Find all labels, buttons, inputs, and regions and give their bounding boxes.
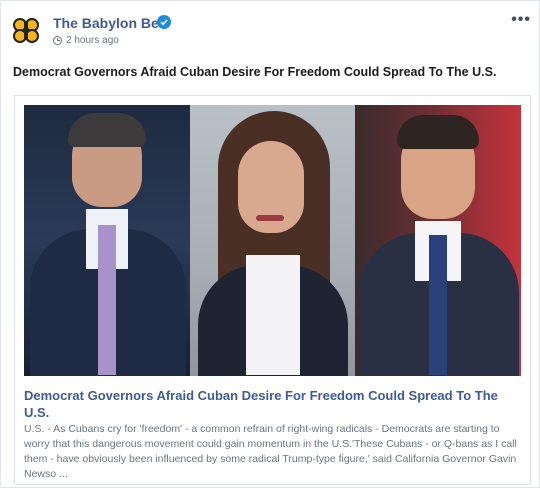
post-meta: 2 hours ago bbox=[53, 35, 119, 46]
image-panel-right bbox=[355, 105, 521, 376]
page-avatar[interactable] bbox=[11, 15, 41, 45]
clock-icon bbox=[53, 36, 62, 45]
post-timestamp[interactable]: 2 hours ago bbox=[66, 35, 119, 46]
verified-badge-icon bbox=[157, 15, 171, 29]
link-preview-image[interactable] bbox=[24, 105, 521, 376]
page-name[interactable]: The Babylon Bee bbox=[53, 15, 167, 31]
image-panel-left bbox=[24, 105, 190, 376]
link-title[interactable]: Democrat Governors Afraid Cuban Desire F… bbox=[24, 387, 521, 421]
link-preview-card[interactable]: Democrat Governors Afraid Cuban Desire F… bbox=[14, 95, 531, 485]
post-header: The Babylon Bee 2 hours ago ••• bbox=[11, 11, 531, 47]
post-text: Democrat Governors Afraid Cuban Desire F… bbox=[13, 65, 497, 79]
post-card: The Babylon Bee 2 hours ago ••• Democrat… bbox=[0, 0, 540, 488]
more-options-icon[interactable]: ••• bbox=[511, 11, 531, 29]
image-panel-center bbox=[190, 105, 355, 376]
link-description: U.S. - As Cubans cry for 'freedom' - a c… bbox=[24, 423, 517, 480]
babylon-bee-logo-icon bbox=[13, 18, 39, 43]
